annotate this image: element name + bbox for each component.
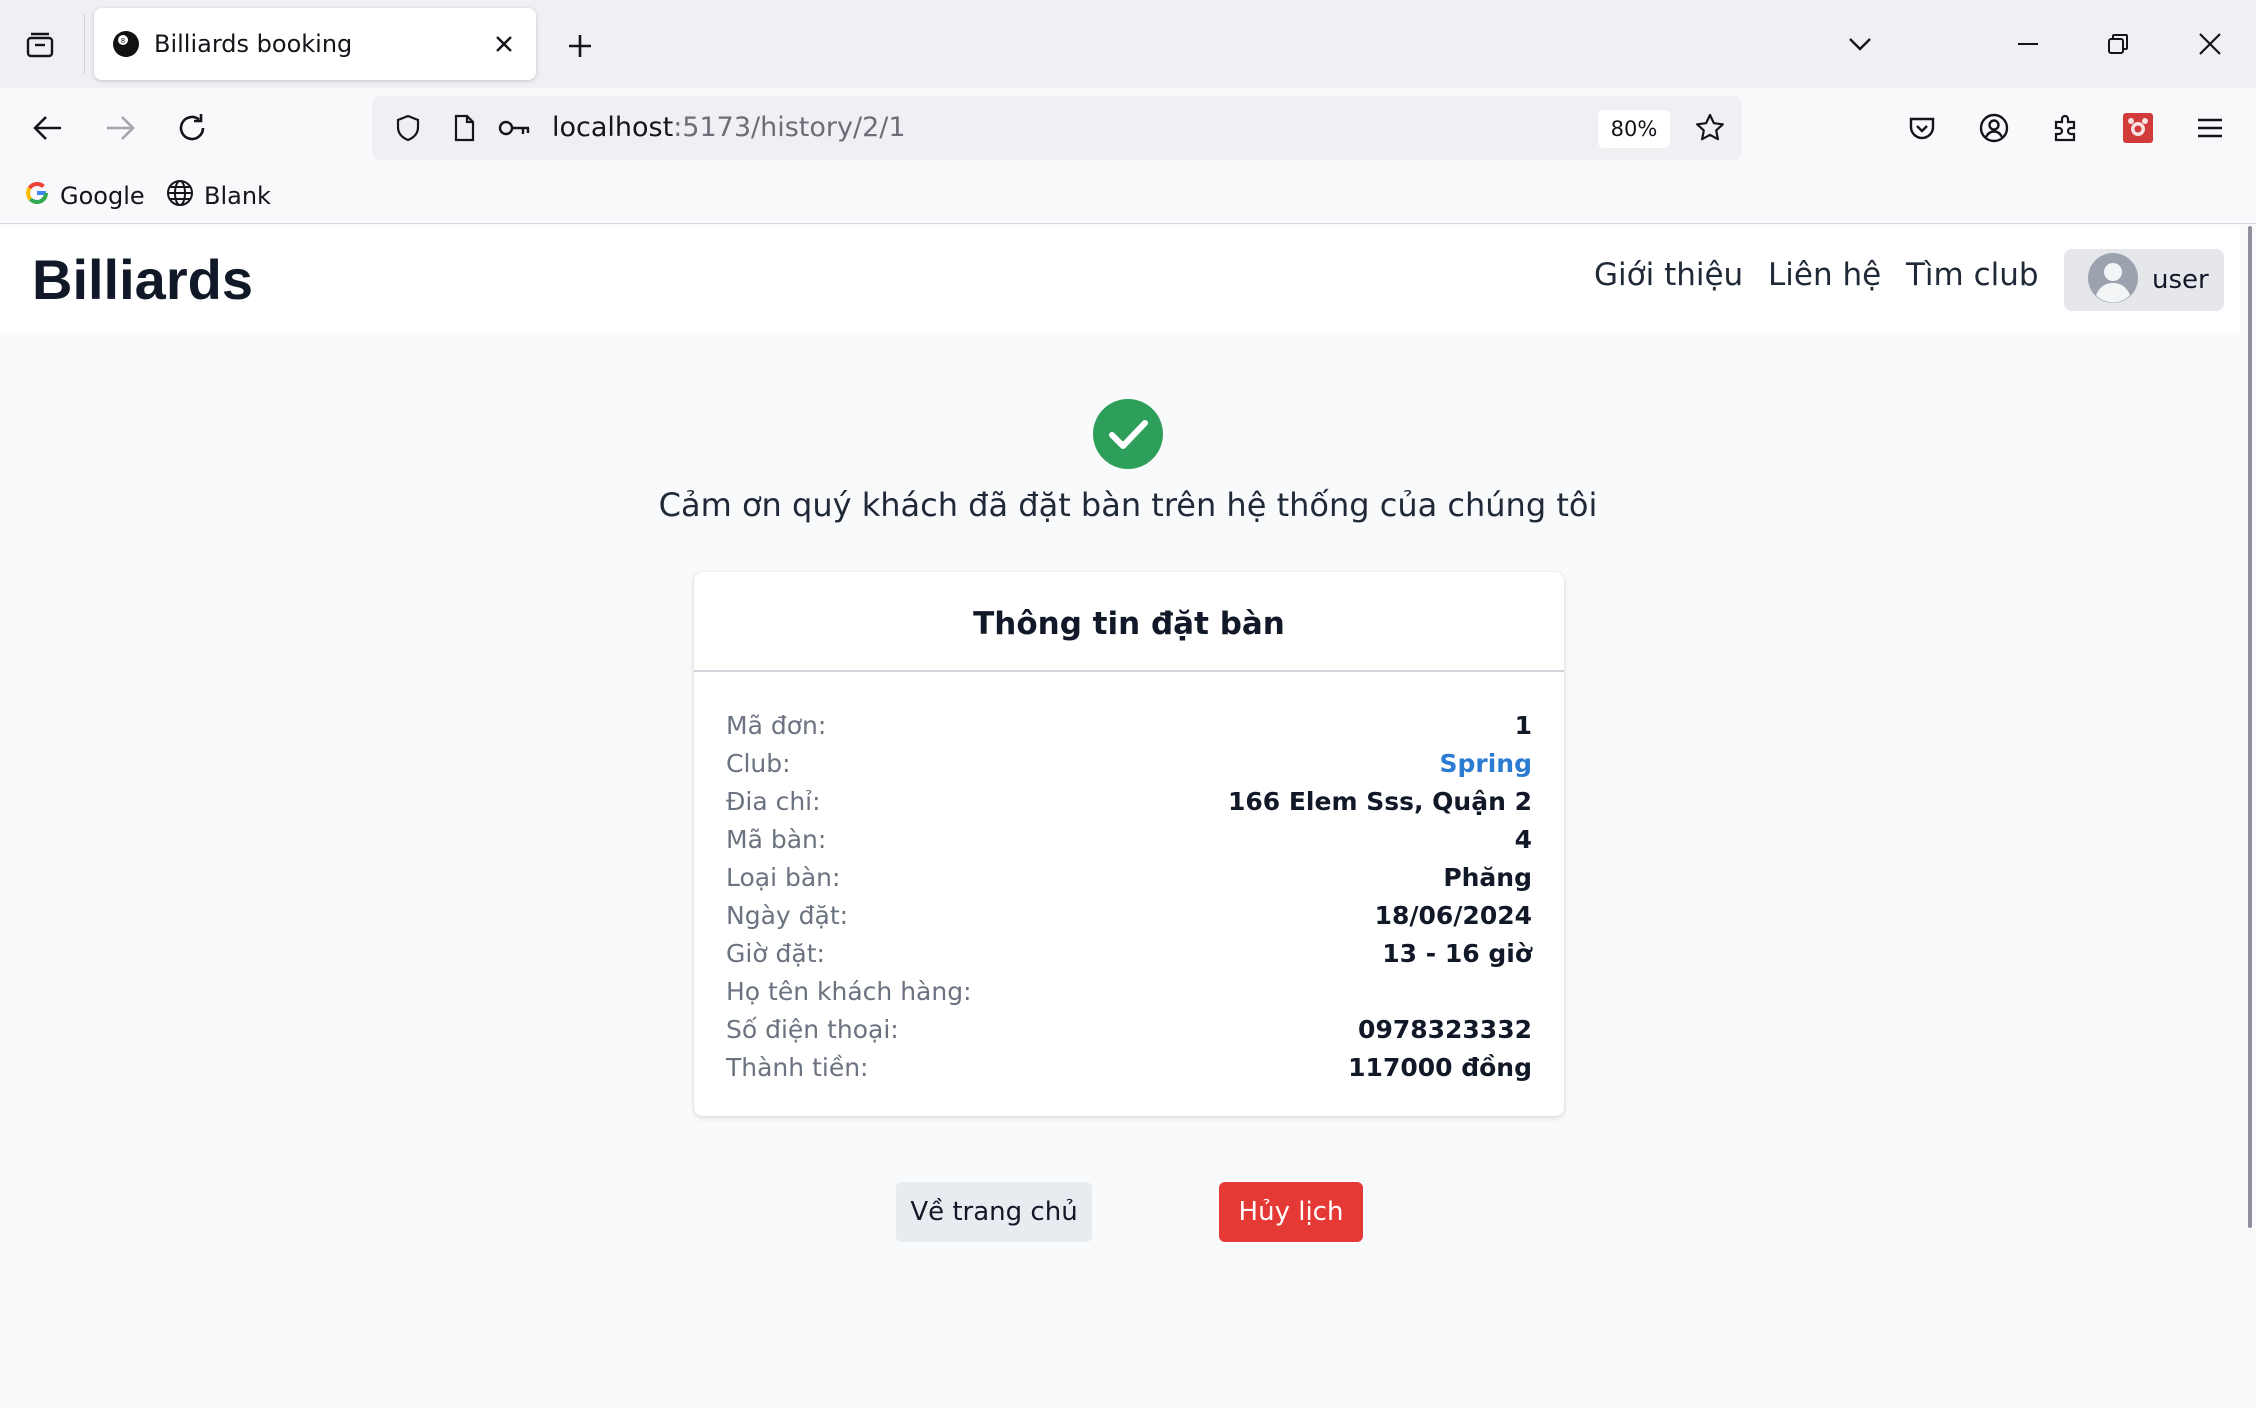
avatar-icon [2088, 253, 2138, 307]
bookmark-label: Google [60, 182, 145, 210]
detail-row-address: Đia chỉ: 166 Elem Sss, Quận 2 [726, 782, 1532, 820]
tab-billiards-booking[interactable]: 8 Billiards booking [94, 8, 536, 80]
detail-label: Mã bàn: [726, 824, 827, 854]
detail-value: 13 - 16 giờ [1382, 938, 1532, 968]
detail-row-phone: Số điện thoại: 0978323332 [726, 1010, 1532, 1048]
detail-value: 166 Elem Sss, Quận 2 [1227, 786, 1532, 816]
detail-label: Loại bàn: [726, 862, 841, 892]
extensions-puzzle-icon[interactable] [2042, 104, 2090, 152]
close-tab-icon[interactable] [486, 26, 522, 62]
pocket-icon[interactable] [1898, 104, 1946, 152]
detail-row-total: Thành tiền: 117000 đồng [726, 1048, 1532, 1086]
booking-info-card: Thông tin đặt bàn Mã đơn: 1 Club: Spring… [694, 572, 1564, 1116]
detail-row-order-id: Mã đơn: 1 [726, 706, 1532, 744]
nav-link-contact[interactable]: Liên hệ [1768, 257, 1881, 293]
site-logo[interactable]: Billiards [32, 247, 253, 312]
tab-title: Billiards booking [154, 30, 353, 58]
detail-row-table-type: Loại bàn: Phăng [726, 858, 1532, 896]
forward-arrow-icon[interactable] [96, 104, 144, 152]
page-scrollbar[interactable] [2248, 226, 2252, 1228]
bookmark-label: Blank [204, 182, 271, 210]
nav-link-find-club[interactable]: Tìm club [1906, 257, 2039, 293]
detail-value: Phăng [1443, 862, 1532, 892]
detail-label: Đia chỉ: [726, 786, 821, 816]
back-arrow-icon[interactable] [24, 104, 72, 152]
url-bar[interactable]: localhost:5173/history/2/1 80% [372, 96, 1742, 160]
check-circle-icon [1092, 398, 1164, 470]
card-title: Thông tin đặt bàn [694, 572, 1564, 672]
reload-icon[interactable] [168, 104, 216, 152]
cancel-booking-button[interactable]: Hủy lịch [1219, 1182, 1363, 1242]
url-text: localhost:5173/history/2/1 [552, 112, 906, 143]
user-menu-button[interactable]: user [2064, 249, 2224, 311]
detail-label: Giờ đặt: [726, 938, 825, 968]
minimize-icon[interactable] [1996, 14, 2060, 74]
bookmark-blank[interactable]: Blank [166, 176, 271, 216]
user-name: user [2152, 265, 2209, 295]
tab-separator [84, 14, 85, 74]
bookmark-google[interactable]: Google [24, 176, 145, 216]
addon-bug-icon[interactable] [2114, 104, 2162, 152]
new-tab-plus-icon[interactable] [558, 24, 602, 68]
detail-label: Ngày đặt: [726, 900, 849, 930]
google-icon [24, 180, 50, 212]
bookmarks-toolbar: Google Blank [0, 170, 2256, 224]
detail-value: 117000 đồng [1348, 1052, 1532, 1082]
site-header: Billiards Giới thiệu Liên hệ Tìm club us… [0, 225, 2240, 335]
close-window-icon[interactable] [2178, 14, 2242, 74]
detail-row-customer-name: Họ tên khách hàng: [726, 972, 1532, 1010]
detail-label: Họ tên khách hàng: [726, 976, 972, 1006]
page-document-icon[interactable] [442, 106, 486, 150]
detail-value: 0978323332 [1358, 1014, 1532, 1044]
detail-row-booking-time: Giờ đặt: 13 - 16 giờ [726, 934, 1532, 972]
nav-link-about[interactable]: Giới thiệu [1594, 257, 1743, 293]
restore-window-icon[interactable] [2086, 14, 2150, 74]
browser-tab-bar: 8 Billiards booking [0, 0, 2256, 88]
detail-value: 4 [1514, 824, 1532, 854]
globe-icon [166, 179, 194, 213]
tab-list-icon[interactable] [18, 24, 62, 68]
hamburger-menu-icon[interactable] [2186, 104, 2234, 152]
detail-label: Club: [726, 748, 791, 778]
detail-label: Số điện thoại: [726, 1014, 899, 1044]
detail-row-booking-date: Ngày đặt: 18/06/2024 [726, 896, 1532, 934]
detail-row-table-id: Mã bàn: 4 [726, 820, 1532, 858]
billiard-ball-favicon-icon: 8 [112, 30, 140, 58]
detail-label: Mã đơn: [726, 710, 827, 740]
detail-row-club: Club: Spring [726, 744, 1532, 782]
booking-details-list: Mã đơn: 1 Club: Spring Đia chỉ: 166 Elem… [726, 706, 1532, 1086]
svg-text:8: 8 [121, 37, 125, 45]
home-button[interactable]: Về trang chủ [896, 1182, 1092, 1242]
bookmark-star-icon[interactable] [1688, 106, 1732, 150]
account-icon[interactable] [1970, 104, 2018, 152]
browser-navigation-bar: localhost:5173/history/2/1 80% [0, 88, 2256, 170]
zoom-level-badge[interactable]: 80% [1598, 110, 1670, 148]
detail-value: 1 [1514, 710, 1532, 740]
thank-you-message: Cảm ơn quý khách đã đặt bàn trên hệ thốn… [658, 486, 1598, 524]
club-link[interactable]: Spring [1440, 749, 1533, 778]
chevron-down-icon[interactable] [1838, 22, 1882, 66]
key-icon[interactable] [492, 106, 536, 150]
detail-value: 18/06/2024 [1374, 900, 1532, 930]
shield-icon[interactable] [386, 106, 430, 150]
detail-label: Thành tiền: [726, 1052, 869, 1082]
